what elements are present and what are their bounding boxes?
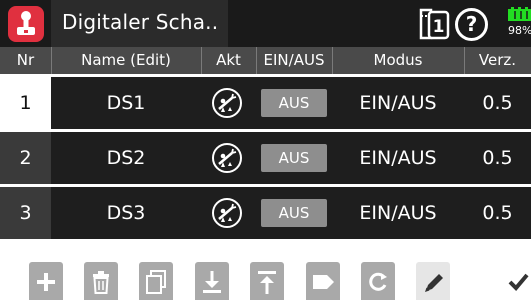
delete-icon[interactable] bbox=[84, 262, 118, 300]
column-header-mode: Modus bbox=[373, 51, 423, 69]
row-mode[interactable]: EIN/AUS bbox=[332, 77, 464, 129]
row-switch[interactable]: AUS bbox=[256, 132, 332, 184]
column-header-nr: Nr bbox=[16, 51, 35, 69]
add-icon[interactable] bbox=[29, 262, 63, 300]
page-title: Digitaler Scha.. bbox=[62, 10, 219, 34]
column-divider bbox=[201, 47, 202, 74]
switch-button[interactable]: AUS bbox=[261, 199, 327, 227]
edit-icon[interactable] bbox=[416, 262, 450, 300]
copy-icon[interactable] bbox=[139, 262, 173, 300]
help-icon[interactable]: ? bbox=[455, 8, 488, 41]
export-icon[interactable] bbox=[250, 262, 284, 300]
import-icon[interactable] bbox=[195, 262, 229, 300]
row-mode[interactable]: EIN/AUS bbox=[332, 187, 464, 239]
column-divider bbox=[51, 47, 52, 74]
row-switch[interactable]: AUS bbox=[256, 77, 332, 129]
column-header-name: Name (Edit) bbox=[81, 51, 171, 69]
column-divider bbox=[332, 47, 333, 74]
table-row[interactable]: 2 DS2 AUS EIN/AUS 0.5 bbox=[0, 132, 531, 184]
column-header-delay: Verz. bbox=[478, 51, 517, 69]
column-divider bbox=[464, 47, 465, 74]
table-header: Nr Name (Edit) Akt EIN/AUS Modus Verz. bbox=[0, 47, 531, 74]
reset-icon[interactable] bbox=[361, 262, 395, 300]
row-name[interactable]: DS2 bbox=[51, 132, 201, 184]
row-mode[interactable]: EIN/AUS bbox=[332, 132, 464, 184]
switch-button[interactable]: AUS bbox=[261, 144, 327, 172]
tag-icon[interactable] bbox=[306, 262, 340, 300]
model-number: 1 bbox=[433, 17, 445, 37]
column-header-switch: EIN/AUS bbox=[263, 51, 325, 69]
row-delay[interactable]: 0.5 bbox=[464, 77, 531, 129]
battery-percent: 98% bbox=[508, 24, 531, 37]
toolbar bbox=[0, 254, 531, 300]
battery-icon bbox=[508, 6, 531, 21]
row-akt[interactable] bbox=[201, 77, 256, 129]
row-number[interactable]: 2 bbox=[0, 132, 51, 184]
table-row[interactable]: 1 DS1 AUS EIN/AUS 0.5 bbox=[0, 77, 531, 129]
checkmark-icon[interactable] bbox=[506, 266, 531, 296]
column-divider bbox=[256, 47, 257, 74]
row-akt[interactable] bbox=[201, 187, 256, 239]
row-number[interactable]: 1 bbox=[0, 77, 51, 129]
control-assign-icon[interactable] bbox=[212, 198, 242, 228]
column-header-akt: Akt bbox=[216, 51, 241, 69]
row-number[interactable]: 3 bbox=[0, 187, 51, 239]
joystick-switch-icon[interactable] bbox=[8, 6, 44, 42]
table-row[interactable]: 3 DS3 AUS EIN/AUS 0.5 bbox=[0, 187, 531, 239]
header-bar: Digitaler Scha.. 1 ? 98% bbox=[0, 0, 531, 47]
control-assign-icon[interactable] bbox=[212, 143, 242, 173]
control-assign-icon[interactable] bbox=[212, 88, 242, 118]
row-delay[interactable]: 0.5 bbox=[464, 132, 531, 184]
row-delay[interactable]: 0.5 bbox=[464, 187, 531, 239]
row-switch[interactable]: AUS bbox=[256, 187, 332, 239]
row-name[interactable]: DS3 bbox=[51, 187, 201, 239]
row-name[interactable]: DS1 bbox=[51, 77, 201, 129]
switch-button[interactable]: AUS bbox=[261, 89, 327, 117]
row-akt[interactable] bbox=[201, 132, 256, 184]
model-memory-icon[interactable]: 1 bbox=[418, 6, 450, 42]
